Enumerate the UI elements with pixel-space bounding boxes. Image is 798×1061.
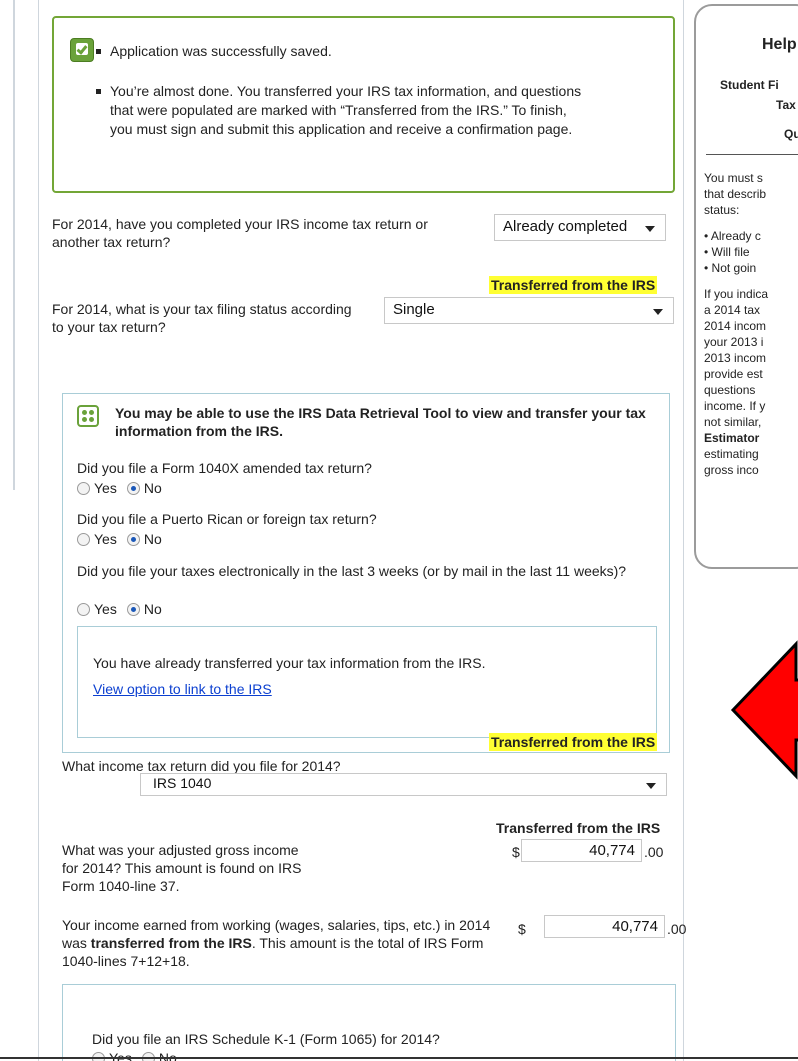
transferred-badge: Transferred from the IRS <box>489 276 658 294</box>
help-paragraph-2-line-4: your 2013 i <box>704 335 764 349</box>
yes-label: Yes <box>94 601 117 617</box>
main-right-rule <box>683 0 684 1061</box>
agi-input[interactable]: 40,774 <box>521 839 642 862</box>
chevron-down-icon <box>653 309 663 315</box>
filed-electronically-yes-radio[interactable] <box>77 602 90 616</box>
amended-return-radio-group: Yes No <box>77 480 172 496</box>
help-paragraph-1-line-3: status: <box>704 203 740 217</box>
schedule-k1-radio-group: Yes No <box>92 1050 187 1061</box>
drt-title: You may be able to use the IRS Data Retr… <box>115 405 646 439</box>
help-title: Help <box>762 36 797 53</box>
filing-status-value: Single <box>393 301 435 318</box>
help-paragraph-2-line-2: a 2014 tax <box>704 303 761 317</box>
help-paragraph-2-line-5: 2013 incom <box>704 351 767 365</box>
filed-electronically-no-radio[interactable] <box>126 602 140 616</box>
chevron-down-icon <box>645 226 655 232</box>
schedule-k1-question: Did you file an IRS Schedule K-1 (Form 1… <box>92 1031 440 1047</box>
filing-status-question: For 2014, what is your tax filing status… <box>52 301 352 335</box>
help-paragraph-2-line-11: gross inco <box>704 463 759 477</box>
transferred-badge: Transferred from the IRS <box>496 820 661 836</box>
amended-return-question: Did you file a Form 1040X amended tax re… <box>77 460 372 476</box>
completed-return-question: For 2014, have you completed your IRS in… <box>52 216 428 250</box>
help-bullet-1: • Already c <box>704 229 761 243</box>
help-paragraph-2-line-6: provide est <box>704 367 763 381</box>
help-paragraph-2-line-8: income. If y <box>704 399 766 413</box>
help-divider <box>706 154 798 155</box>
help-bullet-3: • Not goin <box>704 261 757 275</box>
yes-label: Yes <box>94 531 117 547</box>
foreign-return-question: Did you file a Puerto Rican or foreign t… <box>77 511 377 527</box>
checkmark-icon <box>70 38 94 62</box>
completed-return-select[interactable]: Already completed <box>494 214 666 241</box>
help-paragraph-2-line-7: questions <box>704 383 756 397</box>
yes-label: Yes <box>109 1050 132 1061</box>
left-scroll-rule <box>13 0 15 490</box>
filed-electronically-radio-group: Yes No <box>77 601 172 617</box>
yes-label: Yes <box>94 480 117 496</box>
bottom-divider <box>0 1057 798 1059</box>
left-arrow-icon <box>730 640 798 780</box>
help-subtitle-3: Qu <box>784 127 798 141</box>
chevron-down-icon <box>646 783 656 789</box>
earned-income-input[interactable]: 40,774 <box>544 915 665 938</box>
completed-return-value: Already completed <box>503 218 628 235</box>
transferred-badge: Transferred from the IRS <box>489 733 658 751</box>
no-label: No <box>143 531 162 547</box>
help-panel: Help Student Fi Tax Qu You must s that d… <box>694 4 798 569</box>
red-arrow-annotation <box>728 640 798 780</box>
no-label: No <box>143 601 162 617</box>
help-estimator-link-text[interactable]: Estimator <box>704 430 759 446</box>
help-paragraph-2-line-9: not similar, <box>704 415 762 429</box>
return-type-value: IRS 1040 <box>153 775 212 791</box>
earned-cents: .00 <box>667 921 687 937</box>
help-subtitle-2: Tax <box>776 98 796 112</box>
help-paragraph-1-line-1: You must s <box>704 171 763 185</box>
earned-dollar-sign: $ <box>518 921 526 937</box>
drt-info-icon <box>77 405 99 427</box>
help-paragraph-2-line-3: 2014 incom <box>704 319 767 333</box>
success-message-box: Application was successfully saved. You’… <box>52 16 675 193</box>
main-left-rule <box>38 0 39 1061</box>
help-paragraph-1-line-2: that describ <box>704 187 767 201</box>
foreign-no-radio[interactable] <box>126 532 140 546</box>
help-subtitle-1: Student Fi <box>720 78 779 92</box>
agi-cents: .00 <box>644 844 664 860</box>
foreign-yes-radio[interactable] <box>77 532 90 546</box>
agi-dollar-sign: $ <box>512 844 520 860</box>
already-transferred-text: You have already transferred your tax in… <box>93 655 486 671</box>
no-label: No <box>143 480 162 496</box>
amended-no-radio[interactable] <box>126 481 140 495</box>
success-message-saved: Application was successfully saved. <box>96 42 590 61</box>
earned-income-question: Your income earned from working (wages, … <box>62 916 504 970</box>
link-to-irs-link[interactable]: View option to link to the IRS <box>93 680 272 698</box>
help-paragraph-2-line-10: estimating <box>704 447 759 461</box>
success-message-almost-done: You’re almost done. You transferred your… <box>96 82 590 139</box>
agi-question: What was your adjusted gross income for … <box>62 842 302 894</box>
no-label: No <box>158 1050 177 1061</box>
filed-electronically-question: Did you file your taxes electronically i… <box>77 563 627 579</box>
help-paragraph-2-line-1: If you indica <box>704 287 769 301</box>
earned-income-text-bold: transferred from the IRS <box>90 935 252 951</box>
amended-yes-radio[interactable] <box>77 481 90 495</box>
help-bullet-2: • Will file <box>704 245 750 259</box>
return-type-select[interactable]: IRS 1040 <box>140 773 667 796</box>
foreign-return-radio-group: Yes No <box>77 531 172 547</box>
filing-status-select[interactable]: Single <box>384 297 674 324</box>
